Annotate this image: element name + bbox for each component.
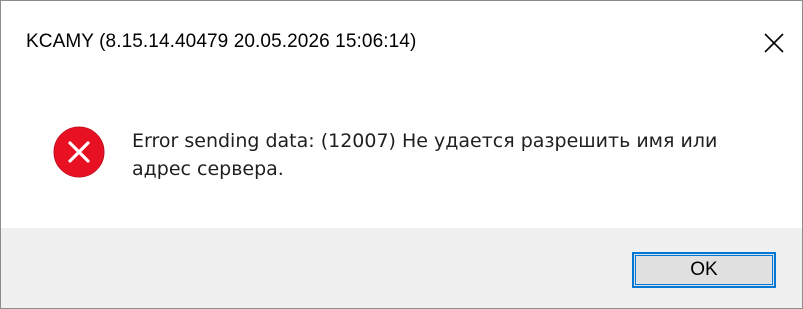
window-title: KCAMY (8.15.14.40479 20.05.2026 15:06:14… bbox=[26, 31, 417, 52]
button-bar: OK bbox=[1, 228, 802, 308]
error-icon bbox=[53, 126, 105, 178]
close-icon bbox=[764, 33, 784, 53]
message-dialog: KCAMY (8.15.14.40479 20.05.2026 15:06:14… bbox=[0, 0, 803, 309]
title-bar: KCAMY (8.15.14.40479 20.05.2026 15:06:14… bbox=[1, 1, 802, 87]
dialog-content: Error sending data: (12007) Не удается р… bbox=[1, 87, 802, 228]
close-button[interactable] bbox=[749, 19, 799, 67]
error-message: Error sending data: (12007) Не удается р… bbox=[132, 130, 718, 180]
ok-button[interactable]: OK bbox=[632, 252, 776, 288]
